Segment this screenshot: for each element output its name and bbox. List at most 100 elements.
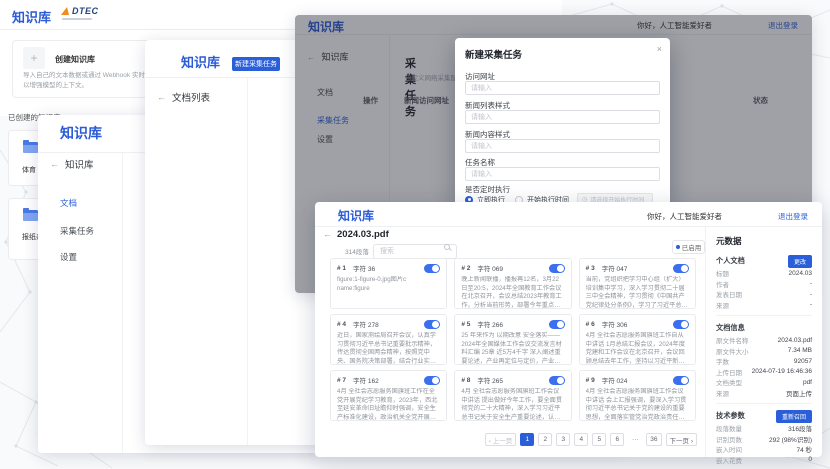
- meta-key: 来源: [716, 388, 729, 398]
- back-arrow-icon[interactable]: ←: [323, 229, 332, 239]
- chunk-card[interactable]: # 3 字符 047 当前，党组织把学习中心组（扩大）培训集中学习，深入学习贯彻…: [579, 258, 696, 309]
- url-input[interactable]: [465, 81, 660, 95]
- page-button[interactable]: 36: [646, 433, 661, 446]
- chunk-number: # 2: [461, 265, 470, 272]
- chunk-grid: # 1 字符 36 figure:1-figure-0.jpg图片c name:…: [330, 258, 696, 421]
- enable-toggle[interactable]: [549, 264, 565, 273]
- close-icon[interactable]: ×: [657, 44, 662, 54]
- chunk-card[interactable]: # 7 字符 162 4月 全社会志愿服务国旗班工作在全党开展党纪学习教育，20…: [330, 370, 447, 421]
- meta-value: 2024.03: [789, 270, 813, 277]
- meta-value: 0: [808, 456, 812, 463]
- meta-key: 标题: [716, 268, 729, 278]
- new-task-button[interactable]: 新建采集任务: [232, 57, 280, 71]
- meta-value: -: [810, 301, 812, 308]
- brand-name: DTEC: [72, 6, 99, 16]
- change-button[interactable]: 更改: [788, 255, 812, 268]
- recall-button[interactable]: 重新召回: [776, 410, 812, 423]
- chunk-text: 4月 全社会志愿服务国旗班工作会议中讲话 会上汇报强调，要深入学习贯彻习近平总书…: [586, 388, 689, 421]
- page-button[interactable]: 3: [556, 433, 570, 446]
- chunk-number: # 3: [586, 265, 595, 272]
- enable-toggle[interactable]: [549, 320, 565, 329]
- chunk-card[interactable]: # 6 字符 306 4月 全社会志愿服务国旗班工作自从中讲话 1月总结汇报会议…: [579, 314, 696, 365]
- pagination-ellipsis[interactable]: ···: [628, 433, 642, 446]
- chunk-card[interactable]: # 8 字符 265 4月 全社会志愿服务国旗班工作会议中讲话 提出做好今年工作…: [454, 370, 571, 421]
- page-button[interactable]: 4: [574, 433, 588, 446]
- chunk-card[interactable]: # 4 字符 278 近日，国家测绘局召开会议，认真学习贯彻习近平总书记重要批示…: [330, 314, 447, 365]
- meta-value: -: [810, 280, 812, 287]
- chunk-text: 25 年来作为 以期改意 安全落实——2024年全国媒体工作会议交流发言材料汇编…: [461, 332, 564, 365]
- page-button[interactable]: 1: [520, 433, 534, 446]
- page-button[interactable]: 2: [538, 433, 552, 446]
- enabled-filter-button[interactable]: 已启用: [672, 240, 705, 254]
- chunk-text: 近日，国家测绘局召开会议，认真学习贯彻习近平总书记重要批示精神，传达贯彻全国两会…: [337, 332, 440, 365]
- chunk-char-count: 字符 36: [353, 263, 375, 273]
- next-page-button[interactable]: 下一页 ›: [666, 433, 697, 446]
- page-button[interactable]: 5: [592, 433, 606, 446]
- chunk-number: # 7: [337, 377, 346, 384]
- chunk-char-count: 字符 266: [477, 319, 503, 329]
- chunk-text: 晚上新闻联播，播报再12名，3月22日至20:5，2024年全国教育工作会议在北…: [461, 276, 564, 309]
- document-title: 2024.03.pdf: [337, 229, 389, 240]
- content-style-input[interactable]: [465, 139, 660, 153]
- chunk-char-count: 字符 069: [477, 263, 503, 273]
- chunk-card[interactable]: # 2 字符 069 晚上新闻联播，播报再12名，3月22日至20:5，2024…: [454, 258, 571, 309]
- chunk-text: 4月 全社会志愿服务国旗班工作自从中讲话 1月总结汇报会议，2024年度党建和工…: [586, 332, 689, 365]
- back-link[interactable]: ← 文档列表: [157, 90, 210, 104]
- prev-page-button[interactable]: ‹ 上一页: [485, 433, 516, 446]
- panel-title: 知识库: [338, 207, 374, 224]
- chunk-text: 4月 全社会志愿服务国旗班工作会议中讲话 提出做好今年工作，要全面贯彻党的二十大…: [461, 388, 564, 421]
- doclist-sidebar: ← 文档列表: [145, 78, 248, 445]
- back-link[interactable]: ← 知识库: [50, 157, 94, 171]
- enable-toggle[interactable]: [673, 264, 689, 273]
- meta-key: 发表日期: [716, 289, 742, 299]
- meta-key: 段落数量: [716, 423, 742, 433]
- chunk-char-count: 字符 047: [602, 263, 628, 273]
- doc-main: ← 2024.03.pdf 314段落 已启用 # 1 字符 36 figur: [315, 227, 705, 457]
- chunk-text: 当前，党组织把学习中心组（扩大）培训集中学习，深入学习贯彻二十届三中全会精神，学…: [586, 276, 689, 309]
- folder-icon: [23, 210, 38, 221]
- screen: 知识库 DTEC + 创建知识库 导入自己的文本数据或通过 Webhook 实时…: [0, 0, 830, 469]
- chunk-char-count: 字符 265: [477, 375, 503, 385]
- meta-key: 上传日期: [716, 367, 742, 377]
- back-label: 知识库: [65, 157, 94, 171]
- chunk-number: # 4: [337, 321, 346, 328]
- meta-key: 原文件大小: [716, 346, 749, 356]
- chunk-card[interactable]: # 5 字符 266 25 年来作为 以期改意 安全落实——2024年全国媒体工…: [454, 314, 571, 365]
- page-button[interactable]: 6: [610, 433, 624, 446]
- meta-value: 292 (98%识别): [769, 434, 812, 444]
- chunk-number: # 6: [586, 321, 595, 328]
- chunk-text: figure:1-figure-0.jpg图片c name:figure: [337, 276, 440, 293]
- meta-key: 嵌入花费: [716, 455, 742, 465]
- chunk-card[interactable]: # 1 字符 36 figure:1-figure-0.jpg图片c name:…: [330, 258, 447, 309]
- brand-triangle-icon: [61, 7, 71, 15]
- kb-card-name: 体育: [22, 165, 36, 175]
- enable-toggle[interactable]: [424, 264, 440, 273]
- chunk-number: # 1: [337, 265, 346, 272]
- chunk-char-count: 字符 306: [602, 319, 628, 329]
- back-label: 文档列表: [172, 90, 210, 104]
- enable-toggle[interactable]: [424, 320, 440, 329]
- enable-toggle[interactable]: [673, 376, 689, 385]
- doc-detail-window: 知识库 你好，人工智能爱好者 退出登录 ← 2024.03.pdf 314段落 …: [315, 202, 822, 457]
- enable-toggle[interactable]: [549, 376, 565, 385]
- search-box: [373, 240, 457, 255]
- create-kb-title: 创建知识库: [55, 54, 95, 65]
- logout-link[interactable]: 退出登录: [778, 211, 808, 222]
- meta-value: 316段落: [788, 423, 812, 433]
- folder-icon: [23, 142, 38, 153]
- new-task-modal: 新建采集任务 × 访问网址 新闻列表样式 新闻内容样式 任务名称 是否定时执行 …: [455, 38, 670, 210]
- kb-sidebar: ← 知识库 文档 采集任务 设置: [38, 153, 123, 453]
- sidebar-item-settings[interactable]: 设置: [60, 251, 77, 263]
- enable-toggle[interactable]: [424, 376, 440, 385]
- meta-key: 嵌入时间: [716, 444, 742, 454]
- meta-key: 识别页数: [716, 434, 742, 444]
- chunk-char-count: 字符 278: [353, 319, 379, 329]
- sidebar-item-collect-tasks[interactable]: 采集任务: [60, 225, 94, 237]
- sidebar-item-documents[interactable]: 文档: [60, 197, 77, 209]
- chunk-card[interactable]: # 9 字符 024 4月 全社会志愿服务国旗班工作会议中讲话 会上汇报强调，要…: [579, 370, 696, 421]
- chunk-char-count: 字符 024: [602, 375, 628, 385]
- enable-toggle[interactable]: [673, 320, 689, 329]
- task-name-input[interactable]: [465, 167, 660, 181]
- list-style-input[interactable]: [465, 110, 660, 124]
- meta-value: pdf: [803, 379, 812, 386]
